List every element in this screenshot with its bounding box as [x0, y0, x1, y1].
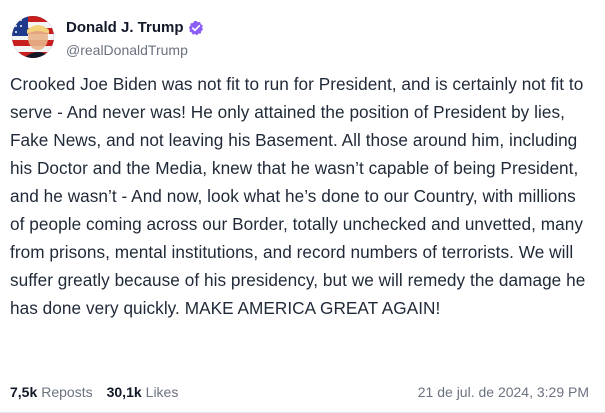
author-identity: Donald J. Trump @realDonaldTrump	[66, 17, 204, 58]
author-name-row: Donald J. Trump	[66, 17, 204, 39]
author-handle[interactable]: @realDonaldTrump	[66, 42, 204, 58]
likes-count: 30,1k	[106, 384, 142, 400]
reposts-stat[interactable]: 7,5k Reposts	[10, 384, 93, 400]
post-timestamp[interactable]: 21 de jul. de 2024, 3:29 PM	[418, 384, 589, 400]
author-display-name[interactable]: Donald J. Trump	[66, 19, 184, 36]
post-header: Donald J. Trump @realDonaldTrump	[12, 16, 204, 58]
verified-check-icon	[188, 20, 204, 36]
avatar[interactable]	[12, 16, 54, 58]
likes-stat[interactable]: 30,1k Likes	[107, 384, 179, 400]
post-card: Donald J. Trump @realDonaldTrump Crooked…	[0, 0, 605, 413]
avatar-image	[12, 16, 54, 58]
reposts-label: Reposts	[41, 384, 93, 400]
reposts-count: 7,5k	[10, 384, 38, 400]
post-footer: 7,5k Reposts 30,1k Likes 21 de jul. de 202…	[10, 384, 589, 400]
likes-label: Likes	[145, 384, 179, 400]
post-text: Crooked Joe Biden was not fit to run for…	[10, 74, 586, 318]
